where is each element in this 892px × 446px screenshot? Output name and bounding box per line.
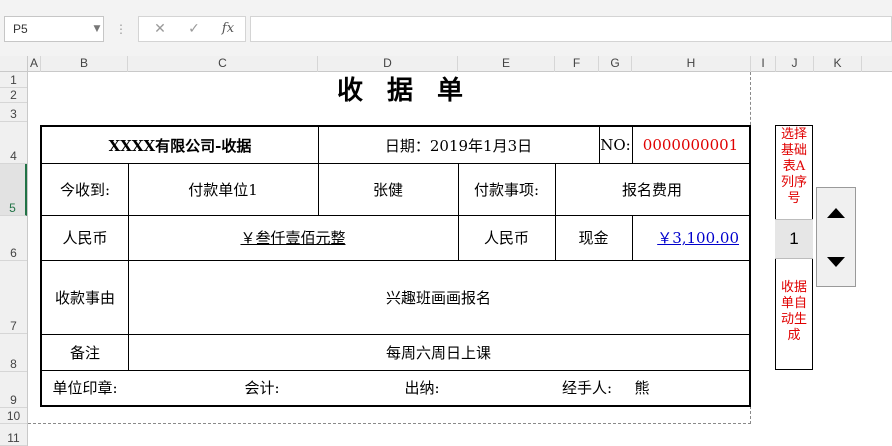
select-all-corner[interactable]: [0, 56, 28, 72]
handler-name: 熊: [634, 379, 650, 397]
column-header-a[interactable]: A: [28, 56, 41, 72]
row-header-1[interactable]: 1: [0, 72, 27, 88]
payment-item: 报名费用: [621, 180, 682, 199]
row-header-3[interactable]: 3: [0, 103, 27, 122]
rmb-label-2: 人民币: [483, 229, 529, 247]
auto-generate-note: 收据单自动生成: [780, 280, 807, 343]
row-header-6[interactable]: 6: [0, 216, 27, 261]
column-header-g[interactable]: G: [599, 56, 632, 72]
more-options-icon[interactable]: ⋮: [114, 16, 128, 42]
row-header-7[interactable]: 7: [0, 261, 27, 334]
selector-instruction: 选择基础表A列序号: [780, 127, 807, 206]
cashier-label: 出纳:: [404, 379, 440, 397]
handler-label: 经手人:: [561, 379, 613, 397]
column-header-c[interactable]: C: [128, 56, 318, 72]
amount: ￥3,100.00: [657, 229, 739, 247]
column-header-k[interactable]: K: [814, 56, 862, 72]
arrow-down-icon: [827, 256, 845, 267]
amount-in-words: ￥叁仟壹佰元整: [240, 229, 346, 247]
spin-control: [816, 187, 856, 287]
formula-input[interactable]: [250, 16, 892, 42]
spin-down-button[interactable]: [817, 237, 855, 286]
remark-label: 备注: [69, 343, 100, 362]
row-header-10[interactable]: 10: [0, 408, 27, 424]
payment-method: 现金: [578, 229, 609, 247]
receipt-no-label: NO:: [600, 136, 631, 154]
payment-item-label: 付款事项:: [473, 180, 540, 199]
company-name: XXXX有限公司-收据: [108, 136, 252, 155]
column-header-d[interactable]: D: [318, 56, 458, 72]
remark: 每周六周日上课: [385, 343, 491, 362]
name-box[interactable]: P5: [4, 16, 104, 42]
row-header-8[interactable]: 8: [0, 334, 27, 372]
column-header-h[interactable]: H: [632, 56, 751, 72]
column-headers: A B C D E F G H I J K: [0, 56, 892, 72]
arrow-up-icon: [827, 207, 845, 218]
row-header-4[interactable]: 4: [0, 122, 27, 164]
cancel-icon[interactable]: ✕: [143, 17, 177, 41]
enter-icon[interactable]: ✓: [177, 17, 211, 41]
column-header-e[interactable]: E: [458, 56, 555, 72]
payer-unit: 付款单位1: [188, 180, 258, 199]
selected-index[interactable]: 1: [775, 219, 813, 259]
insert-function-icon[interactable]: fx: [211, 17, 245, 41]
row-header-11[interactable]: 11: [0, 424, 27, 446]
reason: 兴趣班画画报名: [385, 288, 491, 307]
column-header-f[interactable]: F: [555, 56, 599, 72]
spin-up-button[interactable]: [817, 188, 855, 238]
column-header-j[interactable]: J: [776, 56, 814, 72]
formula-buttons: ✕ ✓ fx: [138, 16, 246, 42]
receipt-title: 收据单: [336, 76, 487, 106]
page-break-line-horizontal: [28, 423, 751, 424]
receipt-table: XXXX有限公司-收据 日期：2019年1月3日 NO: 0000000001 …: [40, 125, 751, 407]
row-header-2[interactable]: 2: [0, 88, 27, 103]
column-header-b[interactable]: B: [41, 56, 128, 72]
payer-name: 张健: [372, 180, 403, 199]
chevron-down-icon[interactable]: ▼: [90, 16, 104, 42]
row-headers: 1 2 3 4 5 6 7 8 9 10 11: [0, 72, 28, 446]
column-header-i[interactable]: I: [751, 56, 776, 72]
receipt-date: 日期：2019年1月3日: [384, 136, 533, 155]
receipt-no-value: 0000000001: [642, 136, 739, 154]
rmb-label: 人民币: [62, 229, 108, 247]
reason-label: 收款事由: [54, 288, 115, 307]
row-header-5[interactable]: 5: [0, 164, 27, 216]
received-from-label: 今收到:: [59, 180, 111, 199]
accountant-label: 会计:: [244, 379, 280, 397]
row-header-9[interactable]: 9: [0, 372, 27, 408]
seal-label: 单位印章:: [52, 379, 118, 397]
